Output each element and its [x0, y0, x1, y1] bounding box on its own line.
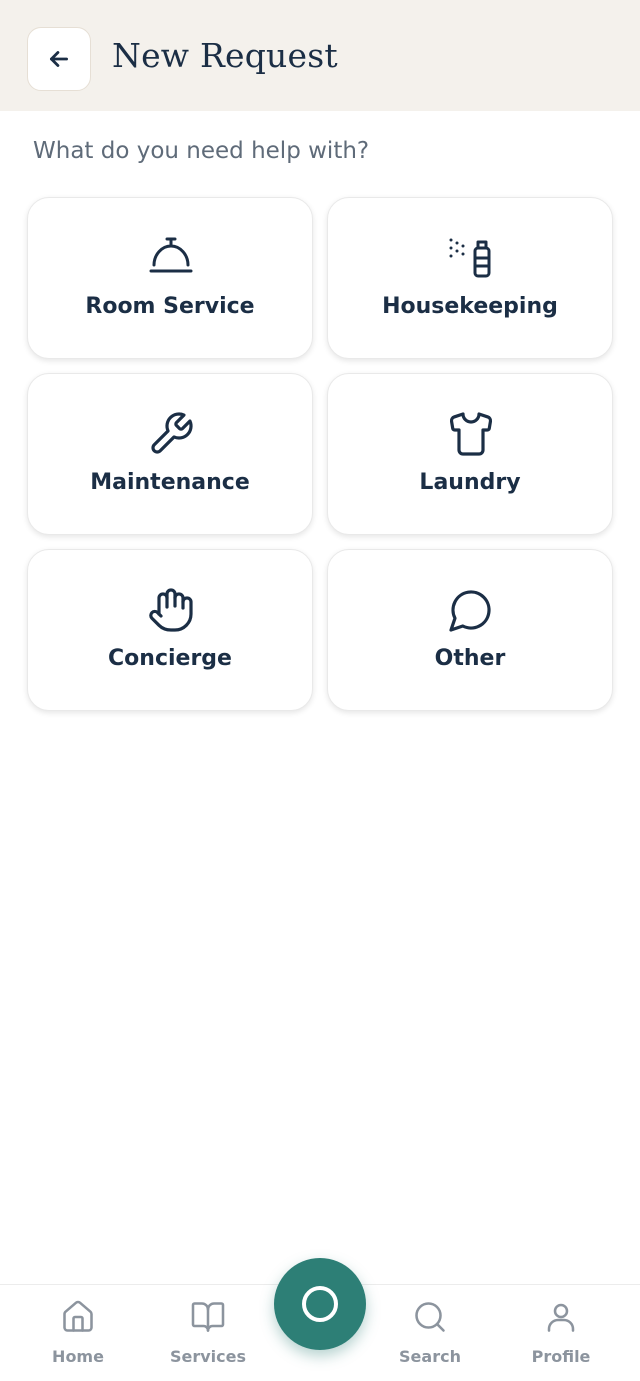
- arrow-left-icon: [50, 51, 68, 67]
- hand-icon: [149, 588, 193, 632]
- nav-label: Services: [169, 1347, 247, 1366]
- category-laundry[interactable]: Laundry: [327, 373, 613, 535]
- book-icon: [191, 1302, 225, 1332]
- nav-profile[interactable]: Profile: [506, 1299, 616, 1369]
- wrench-icon: [151, 412, 193, 454]
- category-concierge[interactable]: Concierge: [27, 549, 313, 711]
- nav-label: Search: [399, 1347, 461, 1366]
- help-prompt: What do you need help with?: [33, 138, 370, 164]
- app-header: New Request: [0, 0, 640, 111]
- category-other[interactable]: Other: [327, 549, 613, 711]
- nav-services[interactable]: Services: [153, 1299, 263, 1369]
- category-label: Housekeeping: [382, 294, 558, 319]
- page-title: New Request: [112, 36, 338, 75]
- category-label: Concierge: [108, 646, 232, 671]
- service-bell-icon: [149, 237, 193, 273]
- nav-label: Profile: [531, 1347, 591, 1366]
- circle-icon: [302, 1286, 338, 1322]
- user-icon: [547, 1303, 575, 1332]
- spray-bottle-icon: [449, 238, 491, 278]
- nav-home[interactable]: Home: [23, 1299, 133, 1369]
- category-label: Laundry: [419, 470, 521, 495]
- search-icon: [415, 1302, 445, 1332]
- category-label: Room Service: [85, 294, 255, 319]
- new-request-fab[interactable]: [274, 1258, 366, 1350]
- home-icon: [63, 1300, 93, 1332]
- category-housekeeping[interactable]: Housekeeping: [327, 197, 613, 359]
- shirt-icon: [449, 412, 493, 456]
- chat-bubble-icon: [449, 590, 491, 632]
- category-label: Maintenance: [90, 470, 250, 495]
- category-grid: Room Service Housekeeping Maintenance La…: [27, 197, 613, 712]
- nav-label: Home: [52, 1347, 104, 1366]
- nav-search[interactable]: Search: [375, 1299, 485, 1369]
- category-maintenance[interactable]: Maintenance: [27, 373, 313, 535]
- category-room-service[interactable]: Room Service: [27, 197, 313, 359]
- back-button[interactable]: [27, 27, 91, 91]
- category-label: Other: [434, 646, 506, 671]
